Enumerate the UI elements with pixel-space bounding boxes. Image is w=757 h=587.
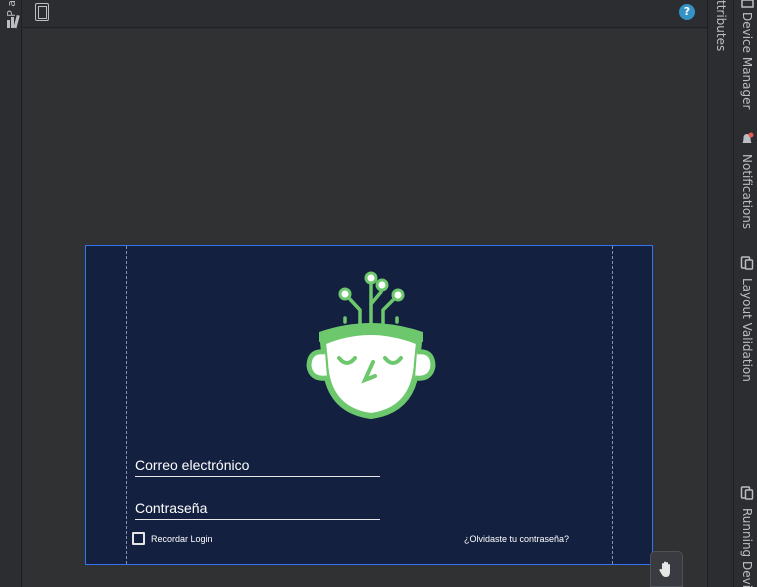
notifications-label: Notifications (740, 154, 754, 230)
layout-validation-icon (740, 256, 754, 270)
layout-validation-label: Layout Validation (740, 278, 754, 382)
design-toolbar: ? (23, 0, 707, 28)
attributes-rail[interactable]: ttributes (707, 0, 733, 587)
device-manager-label: Device Manager (740, 12, 754, 110)
ide-window: P a ? Correo electrónico Contraseña Reco… (0, 0, 757, 587)
remember-login-row[interactable]: Recordar Login (132, 532, 213, 545)
remember-login-checkbox[interactable] (132, 532, 145, 545)
hand-icon (659, 561, 670, 577)
running-devices-label: Running Devi (740, 508, 754, 587)
left-panel-label: P a (5, 0, 18, 17)
help-icon[interactable]: ? (679, 4, 695, 20)
left-guideline (126, 246, 127, 564)
device-frame-icon[interactable] (35, 3, 49, 21)
device-preview[interactable]: Correo electrónico Contraseña Recordar L… (85, 245, 653, 565)
right-tool-strip: Device Manager Notifications Layout Vali… (733, 0, 757, 587)
bell-icon (742, 132, 754, 143)
pan-tool-button[interactable] (650, 551, 683, 587)
forgot-password-link[interactable]: ¿Olvidaste tu contraseña? (464, 534, 569, 544)
running-devices-icon (740, 486, 754, 500)
left-tool-strip: P a (0, 0, 22, 587)
remember-login-label: Recordar Login (151, 533, 213, 544)
attributes-tab-label[interactable]: ttributes (714, 0, 728, 51)
password-field[interactable]: Contraseña (135, 500, 380, 520)
brain-head-logo-icon (306, 271, 436, 420)
right-guideline (612, 246, 613, 564)
email-field[interactable]: Correo electrónico (135, 457, 380, 477)
